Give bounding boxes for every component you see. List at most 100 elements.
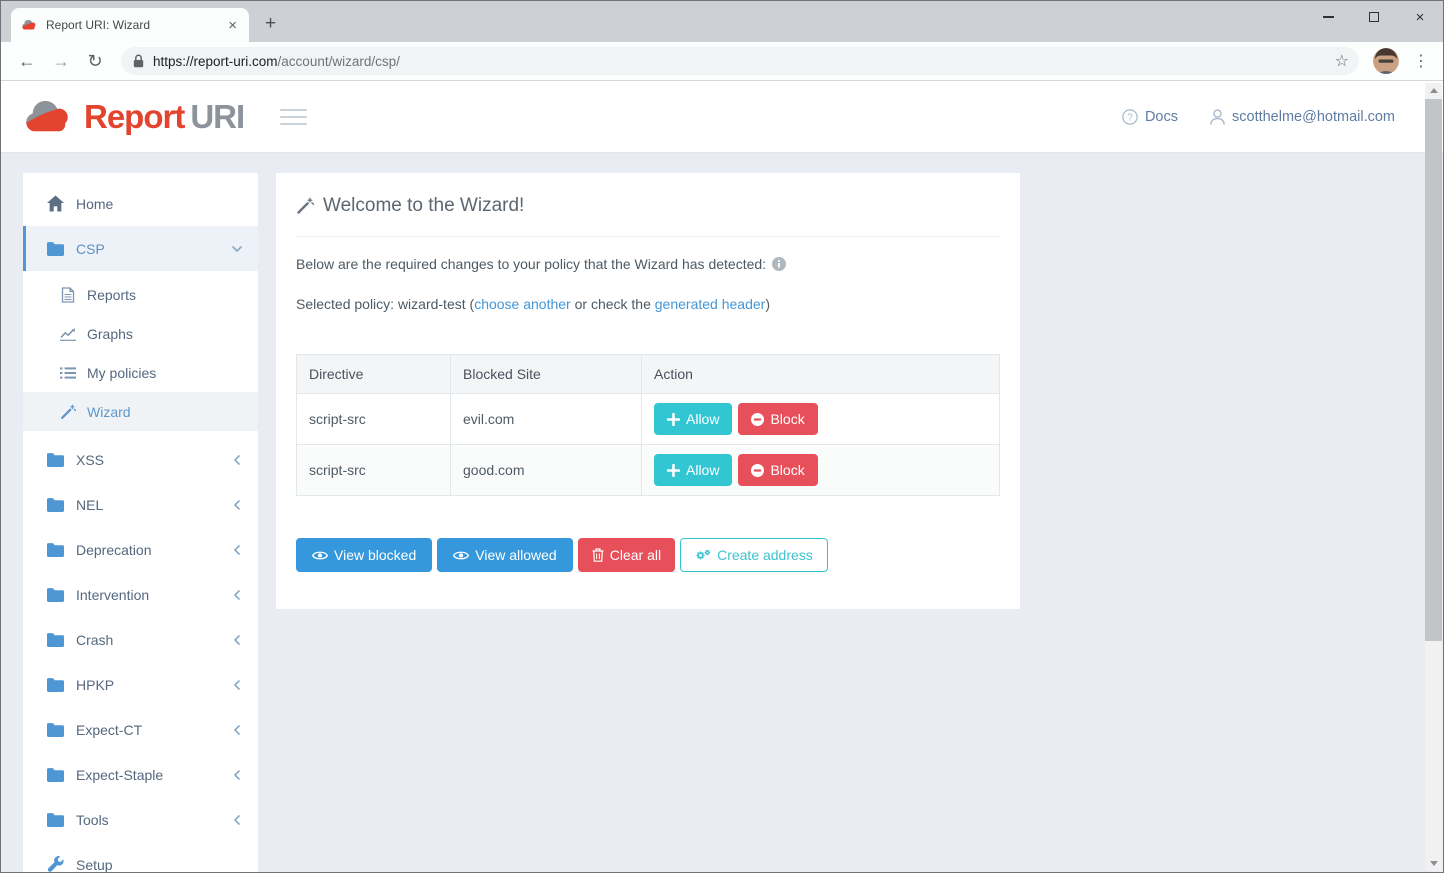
maximize-icon xyxy=(1369,12,1379,22)
csp-submenu: Reports Graphs My policies Wizard xyxy=(23,271,258,437)
sidebar-item-crash[interactable]: Crash xyxy=(23,617,258,662)
minus-circle-icon xyxy=(751,413,764,426)
favicon-cloud-icon xyxy=(21,19,38,31)
sidebar-item-home[interactable]: Home xyxy=(23,181,258,226)
page-scrollbar[interactable] xyxy=(1425,83,1442,871)
chevron-left-icon xyxy=(232,770,242,780)
info-icon[interactable] xyxy=(772,257,786,271)
sidebar-item-csp[interactable]: CSP xyxy=(23,226,258,271)
wizard-table: Directive Blocked Site Action script-src… xyxy=(296,354,1000,496)
eye-icon xyxy=(453,550,469,561)
avatar-image xyxy=(1373,48,1399,74)
sidebar-item-expect-staple[interactable]: Expect-Staple xyxy=(23,752,258,797)
browser-menu-icon[interactable]: ⋮ xyxy=(1407,51,1435,71)
clear-all-button[interactable]: Clear all xyxy=(578,538,675,572)
avatar[interactable] xyxy=(1373,48,1399,74)
block-button[interactable]: Block xyxy=(738,454,817,486)
folder-icon xyxy=(47,541,64,558)
chevron-left-icon xyxy=(232,500,242,510)
sidebar-item-hpkp[interactable]: HPKP xyxy=(23,662,258,707)
sidebar-item-tools[interactable]: Tools xyxy=(23,797,258,842)
selected-policy-text: Selected policy: wizard-test (choose ano… xyxy=(296,296,1000,312)
chevron-left-icon xyxy=(232,545,242,555)
wrench-icon xyxy=(47,856,64,872)
user-email: scotthelme@hotmail.com xyxy=(1232,109,1395,125)
wizard-panel: Welcome to the Wizard! Below are the req… xyxy=(276,173,1020,609)
user-icon xyxy=(1210,109,1225,125)
blocked-site-cell: good.com xyxy=(451,445,642,496)
sidebar-item-expect-ct[interactable]: Expect-CT xyxy=(23,707,258,752)
create-address-button[interactable]: Create address xyxy=(680,538,828,572)
maximize-button[interactable] xyxy=(1351,1,1397,33)
sidebar-item-graphs[interactable]: Graphs xyxy=(23,314,258,353)
column-header-action: Action xyxy=(642,355,1000,394)
plus-icon xyxy=(667,464,680,477)
scroll-up-icon[interactable] xyxy=(1425,83,1442,98)
page-title: Welcome to the Wizard! xyxy=(296,193,1000,237)
sidebar-item-nel[interactable]: NEL xyxy=(23,482,258,527)
chevron-left-icon xyxy=(232,680,242,690)
table-row: script-src good.com Allow Block xyxy=(297,445,1000,496)
new-tab-button[interactable]: + xyxy=(259,13,282,35)
question-circle-icon xyxy=(1122,109,1138,125)
account-menu[interactable]: scotthelme@hotmail.com xyxy=(1210,109,1395,125)
folder-icon xyxy=(47,631,64,648)
table-header-row: Directive Blocked Site Action xyxy=(297,355,1000,394)
browser-toolbar: ← → ↻ https://report-uri.com/account/wiz… xyxy=(1,42,1443,81)
wand-icon xyxy=(296,197,314,215)
url-bar[interactable]: https://report-uri.com/account/wizard/cs… xyxy=(121,47,1359,75)
plus-icon xyxy=(667,413,680,426)
list-icon xyxy=(60,365,76,381)
graph-icon xyxy=(60,326,76,342)
block-button[interactable]: Block xyxy=(738,403,817,435)
folder-icon xyxy=(47,496,64,513)
logo-cloud-icon xyxy=(21,99,77,135)
close-window-button[interactable]: × xyxy=(1397,1,1443,33)
scroll-down-icon[interactable] xyxy=(1425,856,1442,871)
sidebar-item-reports[interactable]: Reports xyxy=(23,275,258,314)
trash-icon xyxy=(592,548,604,562)
chevron-left-icon xyxy=(232,455,242,465)
browser-tab-bar: Report URI: Wizard × + × xyxy=(1,1,1443,42)
docs-link[interactable]: Docs xyxy=(1122,109,1178,125)
action-cell: Allow Block xyxy=(642,394,1000,445)
sidebar-item-intervention[interactable]: Intervention xyxy=(23,572,258,617)
chevron-left-icon xyxy=(232,725,242,735)
reload-icon[interactable]: ↻ xyxy=(81,51,109,72)
allow-button[interactable]: Allow xyxy=(654,454,732,486)
sidebar-item-deprecation[interactable]: Deprecation xyxy=(23,527,258,572)
view-blocked-button[interactable]: View blocked xyxy=(296,538,432,572)
wand-icon xyxy=(60,404,76,420)
view-allowed-button[interactable]: View allowed xyxy=(437,538,572,572)
column-header-directive: Directive xyxy=(297,355,451,394)
folder-icon xyxy=(47,766,64,783)
sidebar-item-xss[interactable]: XSS xyxy=(23,437,258,482)
bookmark-star-icon[interactable]: ☆ xyxy=(1335,51,1349,71)
folder-icon xyxy=(47,451,64,468)
sidebar-item-wizard[interactable]: Wizard xyxy=(23,392,258,431)
blocked-site-cell: evil.com xyxy=(451,394,642,445)
scrollbar-thumb[interactable] xyxy=(1425,99,1442,641)
file-icon xyxy=(60,287,76,303)
chevron-left-icon xyxy=(232,815,242,825)
folder-icon xyxy=(47,721,64,738)
sidebar-item-setup[interactable]: Setup xyxy=(23,842,258,872)
minimize-button[interactable] xyxy=(1305,1,1351,33)
tab-title: Report URI: Wizard xyxy=(46,18,224,32)
header-links: Docs scotthelme@hotmail.com xyxy=(1122,81,1395,152)
folder-icon xyxy=(47,811,64,828)
report-uri-logo[interactable]: ReportURI xyxy=(21,98,244,136)
back-icon[interactable]: ← xyxy=(13,51,41,72)
choose-another-link[interactable]: choose another xyxy=(474,296,571,312)
folder-icon xyxy=(47,240,64,257)
browser-window: Report URI: Wizard × + × ← → ↻ https://r… xyxy=(0,0,1444,873)
site-header: ReportURI Docs scotthelme@hotmail.com xyxy=(1,81,1443,153)
browser-tab[interactable]: Report URI: Wizard × xyxy=(11,8,249,42)
column-header-blocked-site: Blocked Site xyxy=(451,355,642,394)
sidebar-item-my-policies[interactable]: My policies xyxy=(23,353,258,392)
generated-header-link[interactable]: generated header xyxy=(655,296,766,312)
tab-close-icon[interactable]: × xyxy=(224,17,241,34)
chevron-left-icon xyxy=(232,635,242,645)
allow-button[interactable]: Allow xyxy=(654,403,732,435)
sidebar-toggle-icon[interactable] xyxy=(280,109,307,125)
